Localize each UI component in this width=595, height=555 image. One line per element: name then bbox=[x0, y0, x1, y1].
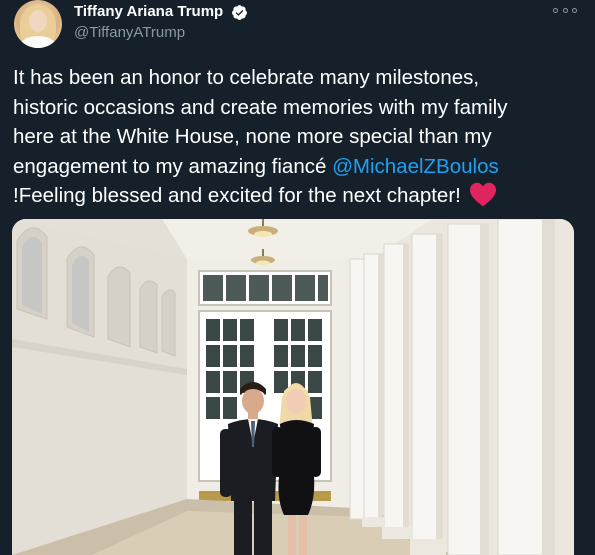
tweet-text-line: historic occasions and create memories w… bbox=[13, 95, 508, 119]
tweet-card: Tiffany Ariana Trump @TiffanyATrump It h… bbox=[0, 0, 595, 555]
tweet-text-line: It has been an honor to celebrate many m… bbox=[13, 66, 480, 89]
more-options-icon[interactable] bbox=[553, 2, 577, 18]
tweet-text-line: here at the White House, none more speci… bbox=[13, 125, 492, 148]
mention-link[interactable]: @MichaelZBoulos bbox=[332, 155, 499, 178]
attached-photo[interactable] bbox=[12, 219, 574, 555]
more-dot bbox=[562, 7, 568, 13]
red-heart-icon bbox=[469, 182, 496, 207]
tweet-text: It has been an honor to celebrate many m… bbox=[13, 63, 585, 211]
avatar-face bbox=[29, 10, 47, 32]
verified-badge-icon bbox=[231, 4, 247, 20]
avatar[interactable] bbox=[14, 0, 62, 48]
more-dot bbox=[553, 7, 558, 13]
tweet-header: Tiffany Ariana Trump @TiffanyATrump bbox=[10, 0, 585, 52]
tweet-text-line: !Feeling blessed and excited for the nex… bbox=[13, 184, 461, 207]
tweet-text-line: engagement to my amazing fiancé bbox=[13, 154, 333, 178]
photo-illustration bbox=[12, 219, 574, 555]
author-handle[interactable]: @TiffanyATrump bbox=[74, 23, 248, 43]
author-display-name[interactable]: Tiffany Ariana Trump bbox=[74, 2, 223, 22]
author-block: Tiffany Ariana Trump @TiffanyATrump bbox=[74, 2, 248, 43]
more-dot bbox=[572, 7, 577, 13]
